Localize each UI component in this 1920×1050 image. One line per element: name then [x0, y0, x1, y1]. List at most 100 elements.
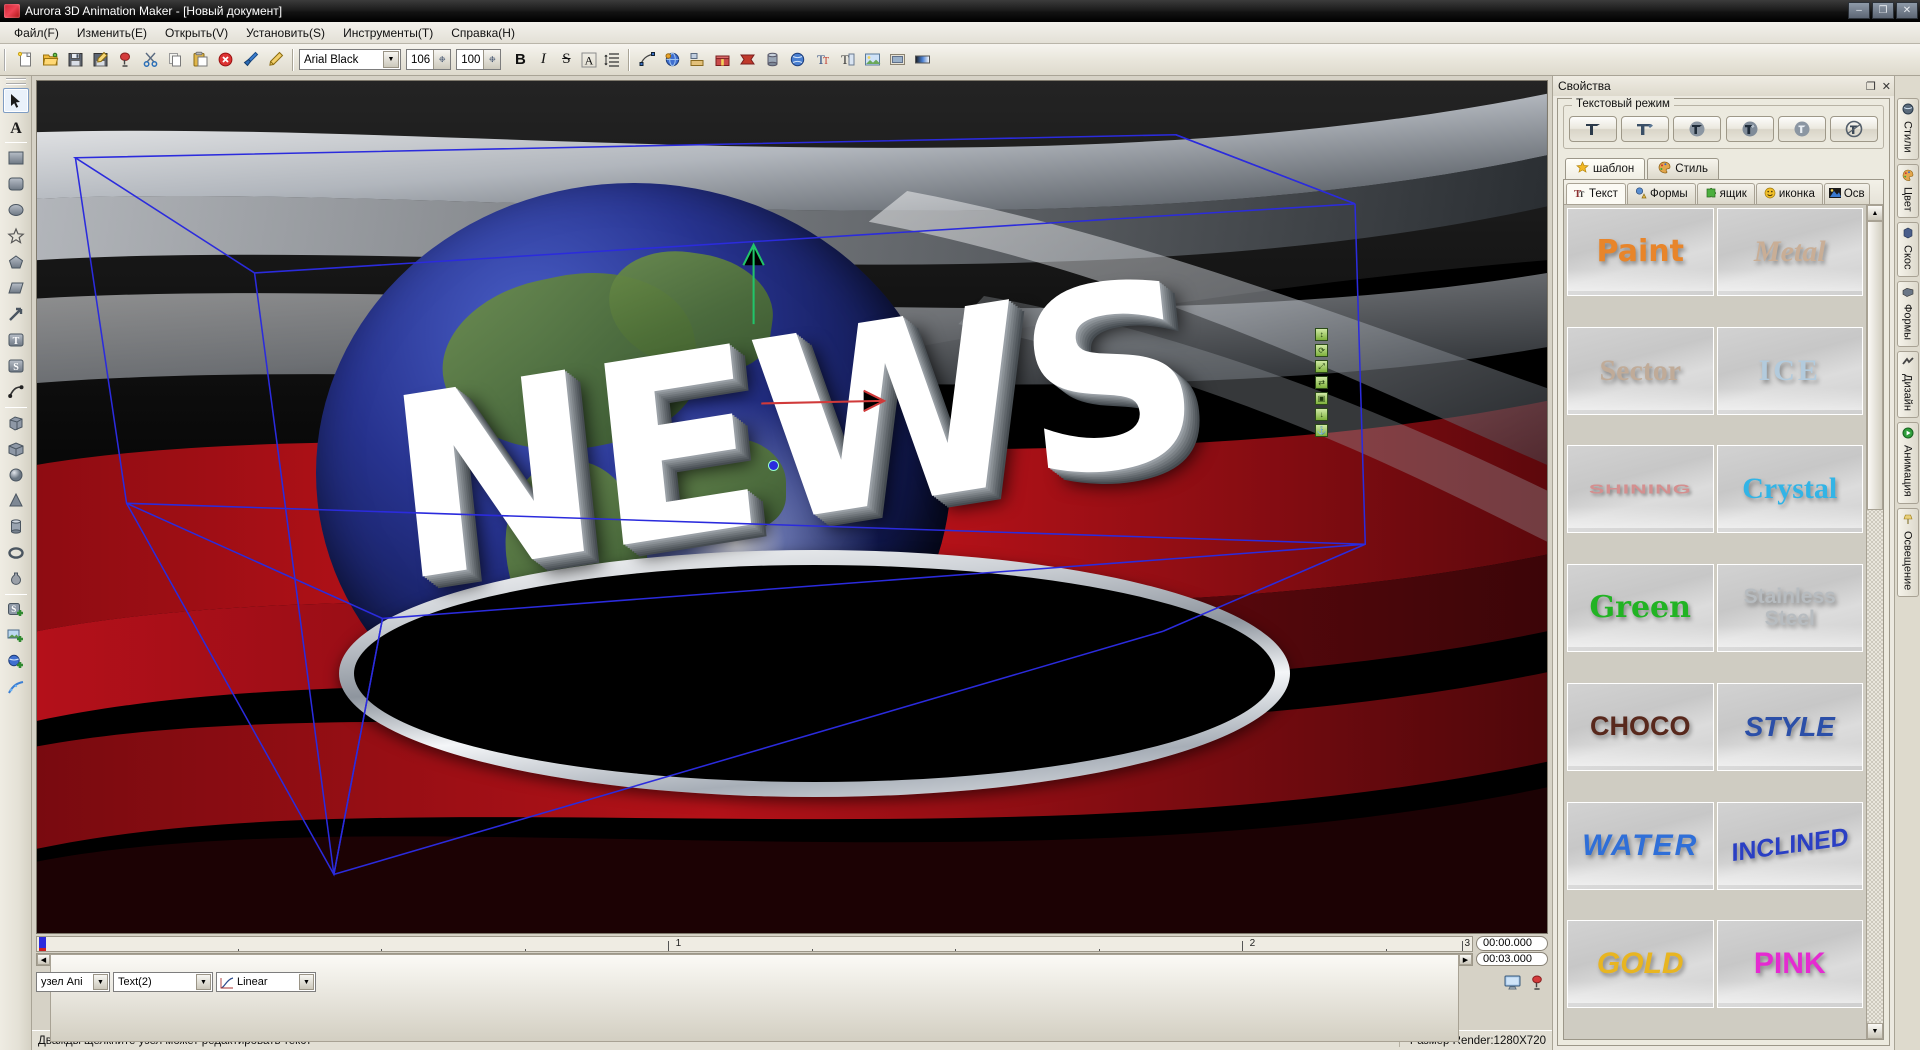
style-metal[interactable]: Metal [1716, 208, 1863, 296]
cut-icon[interactable] [138, 48, 162, 72]
object-select[interactable]: Text(2) ▼ [113, 972, 213, 992]
menu-tools[interactable]: Инструменты(T) [334, 23, 442, 43]
style-crystal[interactable]: Crystal [1716, 445, 1863, 534]
chevron-down-icon[interactable]: ▼ [383, 51, 399, 68]
menu-help[interactable]: Справка(H) [442, 23, 524, 43]
export-icon[interactable] [113, 48, 137, 72]
node-select[interactable]: узел Ani ▼ [36, 972, 110, 992]
scroll-right-icon[interactable]: ▶ [1459, 954, 1472, 965]
tab-template[interactable]: шаблон [1565, 158, 1646, 179]
bold-button[interactable]: B [509, 49, 531, 71]
hscroll-thumb[interactable] [50, 954, 1459, 1042]
style-inclined[interactable]: INCLINED [1716, 801, 1863, 890]
text-mode-flat[interactable] [1569, 116, 1617, 142]
copy-icon[interactable] [163, 48, 187, 72]
pencil-icon[interactable] [263, 48, 287, 72]
text-object-icon[interactable]: TT [810, 48, 834, 72]
handle-depth-icon[interactable]: ▣ [1315, 392, 1329, 406]
sphere-tool[interactable] [3, 462, 29, 487]
handle-flip-icon[interactable]: ⇄ [1315, 376, 1329, 390]
star-tool[interactable] [3, 223, 29, 248]
close-button[interactable]: ✕ [1896, 2, 1918, 19]
handle-down-icon[interactable]: ↓ [1315, 408, 1329, 422]
menu-file[interactable]: Файл(F) [5, 23, 68, 43]
tab-box[interactable]: ящик [1696, 183, 1755, 204]
style-paint[interactable]: Paint [1567, 208, 1714, 296]
float-panel-button[interactable]: ❐ [1866, 80, 1876, 93]
font-size-spinner[interactable]: 106 ❉ [406, 49, 452, 70]
vtab-lighting[interactable]: Освещение [1896, 507, 1919, 597]
monitor-icon[interactable] [1501, 971, 1523, 993]
tab-shapes[interactable]: Формы [1626, 183, 1696, 204]
easing-select[interactable]: Linear ▼ [216, 972, 316, 992]
export-icon[interactable] [1526, 971, 1548, 993]
current-time-field[interactable]: 00:00.000 [1476, 936, 1548, 951]
gallery-vscrollbar[interactable]: ▲ ▼ [1866, 205, 1883, 1039]
menu-view[interactable]: Открыть(V) [156, 23, 237, 43]
maximize-button[interactable]: ❐ [1872, 2, 1894, 19]
style-green[interactable]: Green [1567, 564, 1714, 653]
box-tool[interactable] [3, 436, 29, 461]
canvas-frame[interactable]: NEWS ↕ ⟳ ⤢ ⇄ ▣ ↓ ⚓ [36, 80, 1548, 934]
add-globe-tool[interactable] [3, 649, 29, 674]
menu-edit[interactable]: Изменить(E) [68, 23, 156, 43]
text-mode-bevel[interactable] [1725, 116, 1774, 142]
image-icon[interactable] [860, 48, 884, 72]
style-ice[interactable]: ICE [1716, 326, 1863, 415]
vtab-styles[interactable]: Стили [1896, 98, 1919, 160]
gift-box-icon[interactable] [710, 48, 734, 72]
node-edit-icon[interactable] [635, 48, 659, 72]
arrow-tool[interactable] [3, 301, 29, 326]
ribbon-icon[interactable] [735, 48, 759, 72]
outline-text-button[interactable]: A [578, 49, 600, 71]
path-tool[interactable] [3, 379, 29, 404]
style-water[interactable]: WATER [1567, 801, 1714, 890]
vscroll-thumb[interactable] [1867, 221, 1883, 510]
ellipse-tool[interactable] [3, 197, 29, 222]
cylinder-tool[interactable] [3, 514, 29, 539]
tab-style[interactable]: Стиль [1647, 158, 1719, 179]
render-stage[interactable]: NEWS ↕ ⟳ ⤢ ⇄ ▣ ↓ ⚓ [37, 81, 1547, 933]
transform-handles[interactable]: ↕ ⟳ ⤢ ⇄ ▣ ↓ ⚓ [1315, 328, 1329, 438]
text-mode-extrude[interactable] [1621, 116, 1670, 142]
tab-lighting[interactable]: Осв [1823, 183, 1870, 204]
rounded-rect-tool[interactable] [3, 171, 29, 196]
menu-settings[interactable]: Установить(S) [237, 23, 334, 43]
playhead[interactable] [39, 937, 46, 951]
chevron-down-icon[interactable]: ▼ [299, 974, 314, 990]
minimize-button[interactable]: – [1848, 2, 1870, 19]
vtab-animation[interactable]: Анимация [1896, 421, 1919, 504]
font-size-stepper-icon[interactable]: ❉ [433, 50, 451, 69]
save-as-icon[interactable] [88, 48, 112, 72]
add-svg-tool[interactable]: S [3, 597, 29, 622]
trapezoid-tool[interactable] [3, 275, 29, 300]
scroll-left-icon[interactable]: ◀ [37, 954, 50, 965]
scroll-down-button[interactable]: ▼ [1867, 1023, 1883, 1039]
select-tool[interactable] [2, 88, 29, 113]
gradient-bar-icon[interactable] [910, 48, 934, 72]
rectangle-tool[interactable] [3, 145, 29, 170]
tab-icon[interactable]: иконка [1755, 183, 1823, 204]
text3d-tool[interactable]: T [3, 327, 29, 352]
style-choco[interactable]: CHOCO [1567, 682, 1714, 771]
font-family-select[interactable]: Arial Black ▼ [299, 49, 401, 70]
font-scale-spinner[interactable]: 100 ❉ [456, 49, 502, 70]
strikethrough-button[interactable]: S [555, 49, 577, 71]
chevron-down-icon[interactable]: ▼ [93, 974, 108, 990]
cone-tool[interactable] [3, 488, 29, 513]
polygon-tool[interactable] [3, 249, 29, 274]
scroll-up-button[interactable]: ▲ [1867, 205, 1883, 221]
chevron-down-icon[interactable]: ▼ [196, 974, 211, 990]
style-gold[interactable]: GOLD [1567, 920, 1714, 1009]
handle-rotate-icon[interactable]: ⟳ [1315, 344, 1329, 358]
close-panel-button[interactable]: ✕ [1882, 80, 1891, 93]
tab-text[interactable]: TT Текст [1566, 183, 1626, 204]
cube-tool[interactable] [3, 410, 29, 435]
vscroll-track[interactable] [1867, 221, 1883, 1023]
color-globe-icon[interactable] [660, 48, 684, 72]
frame-icon[interactable] [885, 48, 909, 72]
style-stainless-steel[interactable]: Stainless Steel [1716, 564, 1863, 653]
paste-icon[interactable] [188, 48, 212, 72]
text-tool-icon[interactable]: T [835, 48, 859, 72]
vase-tool[interactable] [3, 566, 29, 591]
